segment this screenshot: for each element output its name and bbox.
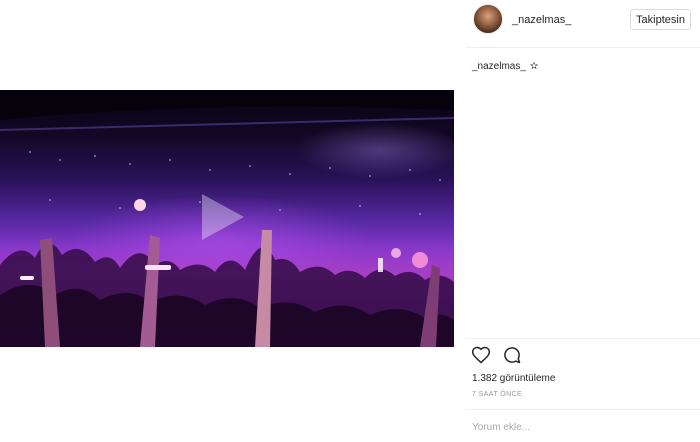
post-header: _nazelmas_ Takiptesin [466, 0, 700, 48]
caption-emoji: ✫ [529, 61, 539, 72]
comment-icon[interactable] [502, 345, 522, 365]
header-username[interactable]: _nazelmas_ [512, 14, 571, 26]
concert-video[interactable]: coldplay [0, 90, 454, 347]
view-count[interactable]: 1.382 görüntüleme [472, 373, 555, 384]
caption-username[interactable]: _nazelmas_ [472, 61, 526, 72]
post-sidebar: _nazelmas_ Takiptesin _nazelmas_ ✫ 1.382 … [466, 0, 700, 442]
post-timestamp[interactable]: 7 SAAT ÖNCE [472, 391, 522, 398]
avatar[interactable] [473, 4, 503, 34]
comment-input[interactable] [472, 418, 692, 436]
heart-icon[interactable] [471, 345, 491, 365]
play-icon[interactable] [202, 194, 244, 240]
comment-divider [466, 409, 700, 410]
actions-divider [466, 338, 700, 339]
post-caption: _nazelmas_ ✫ [472, 61, 538, 72]
follow-button[interactable]: Takiptesin [630, 9, 691, 30]
post-media-area: coldplay [0, 0, 460, 442]
